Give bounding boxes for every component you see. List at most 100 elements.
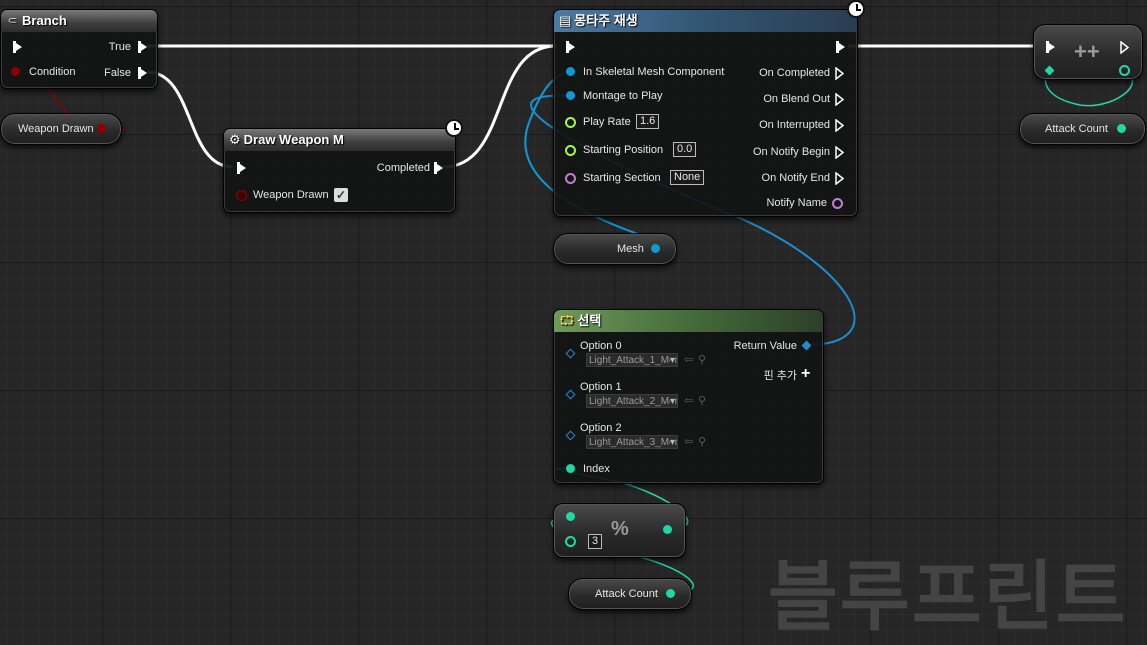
starting-section-field[interactable]: None xyxy=(670,170,705,185)
branch-exec-in-pin[interactable] xyxy=(13,41,22,53)
mesh-variable-node[interactable]: Mesh xyxy=(553,233,677,265)
option-1-label: Option 1 xyxy=(580,381,622,393)
starting-position-pin[interactable] xyxy=(565,145,576,156)
return-value-label: Return Value xyxy=(733,340,797,352)
branch-node[interactable]: ⸦ Branch True Condition False xyxy=(0,9,158,89)
select-node-header: ⮔ 선택 xyxy=(554,310,823,332)
option-2-dropdown[interactable]: Light_Attack_3_Montage xyxy=(586,435,678,449)
increment-symbol: ++ xyxy=(1074,39,1100,64)
index-label: Index xyxy=(583,463,610,475)
exec-wire-false-to-drawweapon xyxy=(146,70,234,169)
option-0-label: Option 0 xyxy=(580,340,622,352)
weapon-drawn-output-pin[interactable] xyxy=(97,124,106,133)
option-0-dropdown[interactable]: Light_Attack_1_Montage xyxy=(586,353,678,367)
attack-count-variable-label-top: Attack Count xyxy=(1045,123,1108,135)
increment-int-out-pin[interactable] xyxy=(1119,65,1130,76)
option-0-pin[interactable] xyxy=(565,348,576,359)
branch-condition-label: Condition xyxy=(29,66,76,78)
option-1-dropdown[interactable]: Light_Attack_2_Montage xyxy=(586,394,678,408)
starting-section-pin[interactable] xyxy=(565,173,576,184)
play-montage-title: 몽타주 재생 xyxy=(574,13,638,28)
on-notify-begin-pin[interactable] xyxy=(835,145,845,160)
select-title: 선택 xyxy=(577,313,602,328)
increment-exec-in-pin[interactable] xyxy=(1046,41,1055,53)
on-completed-pin[interactable] xyxy=(835,66,845,81)
option-1-pin[interactable] xyxy=(565,389,576,400)
modulo-symbol: % xyxy=(611,518,629,540)
branch-condition-pin[interactable] xyxy=(11,67,20,76)
use-selected-arrow-icon[interactable]: ⇦ xyxy=(684,353,693,366)
use-selected-arrow-icon[interactable]: ⇦ xyxy=(684,435,693,448)
select-icon: ⮔ xyxy=(559,313,575,328)
option-2-label: Option 2 xyxy=(580,422,622,434)
notify-name-pin[interactable] xyxy=(832,198,843,209)
exec-wire-completed-to-montage xyxy=(442,44,557,169)
on-notify-end-label: On Notify End xyxy=(761,172,830,184)
modulo-node[interactable]: 3 % xyxy=(553,503,686,558)
skeletal-mesh-pin[interactable] xyxy=(566,67,575,76)
draw-weapon-completed-pin[interactable] xyxy=(434,162,443,174)
branch-true-label: True xyxy=(108,41,131,53)
return-value-pin[interactable] xyxy=(801,340,812,351)
branch-false-pin[interactable] xyxy=(138,67,147,79)
mesh-variable-label: Mesh xyxy=(617,243,644,255)
use-selected-arrow-icon[interactable]: ⇦ xyxy=(684,394,693,407)
branch-node-header: ⸦ Branch xyxy=(1,10,157,32)
draw-weapon-title: Draw Weapon M xyxy=(243,132,344,147)
on-blend-out-pin[interactable] xyxy=(835,92,845,107)
modulo-out-pin[interactable] xyxy=(663,525,672,534)
browse-lens-icon[interactable]: ⚲ xyxy=(698,353,706,366)
modulo-b-field[interactable]: 3 xyxy=(588,534,603,549)
play-montage-node[interactable]: ▤ 몽타주 재생 In Skeletal Mesh Component Monta… xyxy=(553,0,865,217)
play-montage-node-header: ▤ 몽타주 재생 xyxy=(554,10,857,32)
weapon-drawn-checkbox[interactable]: ✓ xyxy=(334,188,348,202)
skeletal-mesh-label: In Skeletal Mesh Component xyxy=(583,66,725,78)
increment-int-in-pin[interactable] xyxy=(1044,65,1055,76)
draw-weapon-weapondrawn-label: Weapon Drawn xyxy=(253,189,329,201)
on-completed-label: On Completed xyxy=(759,67,830,79)
attack-count-variable-node-top[interactable]: Attack Count xyxy=(1019,113,1146,145)
draw-weapon-weapondrawn-pin[interactable] xyxy=(236,190,247,201)
draw-weapon-node-header: ⚙ Draw Weapon M xyxy=(224,129,455,151)
on-notify-begin-label: On Notify Begin xyxy=(752,146,830,158)
select-node[interactable]: ⮔선택 Option 0 Light_Attack_1_Montage ⇦ ⚲ … xyxy=(553,309,824,484)
blueprint-watermark: 블루프린트 xyxy=(768,552,1128,641)
index-pin[interactable] xyxy=(566,464,575,473)
montage-exec-out-pin[interactable] xyxy=(836,41,845,53)
draw-weapon-node[interactable]: ⚙ Draw Weapon M Completed Weapon Drawn ✓ xyxy=(223,119,463,213)
add-pin-label[interactable]: 핀 추가 xyxy=(764,369,797,383)
attack-count-variable-node-bottom[interactable]: Attack Count xyxy=(568,578,692,610)
draw-weapon-completed-label: Completed xyxy=(376,162,430,174)
mesh-output-pin[interactable] xyxy=(651,244,660,253)
starting-position-field[interactable]: 0.0 xyxy=(673,142,697,157)
on-blend-out-label: On Blend Out xyxy=(763,93,830,105)
increment-node[interactable]: ++ xyxy=(1033,24,1143,80)
branch-title: Branch xyxy=(22,13,67,28)
branch-true-pin[interactable] xyxy=(138,41,147,53)
weapon-drawn-variable-node[interactable]: Weapon Drawn xyxy=(0,113,122,145)
on-notify-end-pin[interactable] xyxy=(835,171,845,186)
modulo-a-pin[interactable] xyxy=(566,512,575,521)
branch-false-label: False xyxy=(104,67,131,79)
modulo-b-pin[interactable] xyxy=(565,536,576,547)
starting-position-label: Starting Position xyxy=(583,144,664,156)
option-2-pin[interactable] xyxy=(565,430,576,441)
play-rate-pin[interactable] xyxy=(565,117,576,128)
montage-to-play-label: Montage to Play xyxy=(583,90,663,102)
play-rate-field[interactable]: 1.6 xyxy=(636,114,660,129)
notify-name-label: Notify Name xyxy=(766,197,827,209)
on-interrupted-pin[interactable] xyxy=(835,118,845,133)
montage-exec-in-pin[interactable] xyxy=(566,41,575,53)
browse-lens-icon[interactable]: ⚲ xyxy=(698,394,706,407)
browse-lens-icon[interactable]: ⚲ xyxy=(698,435,706,448)
latent-clock-icon xyxy=(847,0,865,18)
attack-count-output-pin-top[interactable] xyxy=(1117,124,1126,133)
increment-exec-out-pin[interactable] xyxy=(1120,40,1130,55)
starting-section-label: Starting Section xyxy=(583,172,661,184)
on-interrupted-label: On Interrupted xyxy=(759,119,830,131)
add-pin-plus-icon[interactable]: + xyxy=(801,365,810,383)
attack-count-output-pin-bottom[interactable] xyxy=(666,589,675,598)
montage-to-play-pin[interactable] xyxy=(566,91,575,100)
draw-weapon-exec-in-pin[interactable] xyxy=(237,162,246,174)
branch-icon: ⸦ xyxy=(6,13,20,28)
